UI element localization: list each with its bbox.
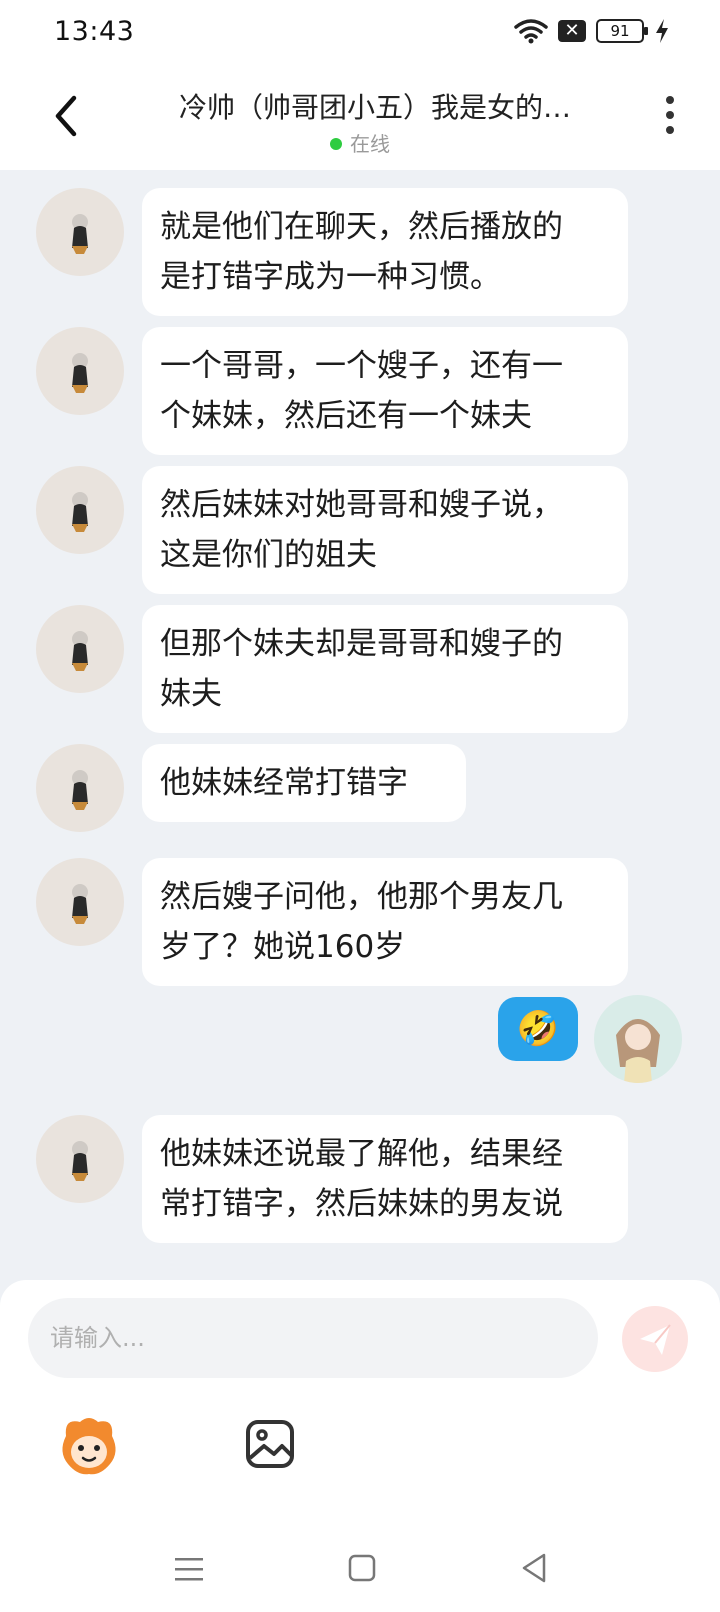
chat-messages[interactable]: 就是他们在聊天，然后播放的 是打错字成为一种习惯。 一个哥哥，一个嫂子，还有一 … xyxy=(0,170,720,1275)
avatar[interactable] xyxy=(36,605,124,693)
send-icon xyxy=(640,1324,671,1355)
chat-header: 冷帅（帅哥团小五）我是女的… 在线 xyxy=(0,66,720,170)
online-dot-icon xyxy=(330,137,342,150)
message-line: 他妹妹经常打错字 xyxy=(160,765,408,801)
avatar[interactable] xyxy=(36,1115,124,1203)
system-nav-bar xyxy=(0,1540,720,1612)
avatar[interactable] xyxy=(36,188,124,276)
avatar[interactable] xyxy=(36,466,124,554)
home-icon[interactable] xyxy=(348,1554,376,1582)
message-line: 这是你们的姐夫 xyxy=(160,537,377,573)
message-line: 就是他们在聊天，然后播放的 xyxy=(160,209,563,245)
more-menu-icon[interactable] xyxy=(660,96,680,140)
message-input-placeholder: 请输入... xyxy=(50,1324,145,1352)
my-avatar[interactable] xyxy=(594,995,682,1083)
message-bubble[interactable]: 然后嫂子问他，他那个男友几 岁了？她说160岁 xyxy=(142,858,628,986)
message-bubble[interactable]: 他妹妹经常打错字 xyxy=(142,744,466,822)
emoji-sticker-icon[interactable] xyxy=(56,1412,122,1478)
message-line: 但那个妹夫却是哥哥和嫂子的 xyxy=(160,626,563,662)
message-line: 然后妹妹对她哥哥和嫂子说， xyxy=(160,487,563,523)
message-line: 然后嫂子问他，他那个男友几 xyxy=(160,879,563,915)
message-line: 妹夫 xyxy=(160,676,222,712)
online-status-label: 在线 xyxy=(350,132,390,156)
my-message-bubble[interactable]: 🤣 xyxy=(498,997,578,1061)
message-bubble[interactable]: 但那个妹夫却是哥哥和嫂子的 妹夫 xyxy=(142,605,628,733)
nav-back-icon[interactable] xyxy=(520,1552,548,1584)
message-line: 个妹妹，然后还有一个妹夫 xyxy=(160,398,532,434)
emoji-message: 🤣 xyxy=(516,1009,560,1049)
avatar[interactable] xyxy=(36,744,124,832)
status-icons: ✕ 91 xyxy=(514,18,670,44)
battery-level: 91 xyxy=(610,22,630,40)
message-input[interactable]: 请输入... xyxy=(28,1298,598,1378)
message-line: 岁了？她说160岁 xyxy=(160,929,406,965)
image-gallery-icon[interactable] xyxy=(244,1418,296,1470)
wifi-icon xyxy=(514,19,548,44)
status-time: 13:43 xyxy=(54,16,135,47)
status-bar: 13:43 ✕ 91 xyxy=(0,0,720,66)
message-bubble[interactable]: 一个哥哥，一个嫂子，还有一 个妹妹，然后还有一个妹夫 xyxy=(142,327,628,455)
sim-blocked-icon: ✕ xyxy=(558,20,586,42)
charging-icon xyxy=(656,19,668,43)
battery-icon: 91 xyxy=(596,19,648,43)
message-bubble[interactable]: 他妹妹还说最了解他，结果经 常打错字，然后妹妹的男友说 xyxy=(142,1115,628,1243)
avatar[interactable] xyxy=(36,858,124,946)
avatar[interactable] xyxy=(36,327,124,415)
chat-title: 冷帅（帅哥团小五）我是女的… xyxy=(178,91,571,124)
message-line: 他妹妹还说最了解他，结果经 xyxy=(160,1136,563,1172)
message-line: 一个哥哥，一个嫂子，还有一 xyxy=(160,348,563,384)
recent-apps-icon[interactable] xyxy=(174,1554,204,1584)
message-line: 是打错字成为一种习惯。 xyxy=(160,259,501,295)
send-button[interactable] xyxy=(622,1306,688,1372)
message-bubble[interactable]: 然后妹妹对她哥哥和嫂子说， 这是你们的姐夫 xyxy=(142,466,628,594)
message-bubble[interactable]: 就是他们在聊天，然后播放的 是打错字成为一种习惯。 xyxy=(142,188,628,316)
online-status: 在线 xyxy=(0,128,720,157)
message-line: 常打错字，然后妹妹的男友说 xyxy=(160,1186,563,1222)
